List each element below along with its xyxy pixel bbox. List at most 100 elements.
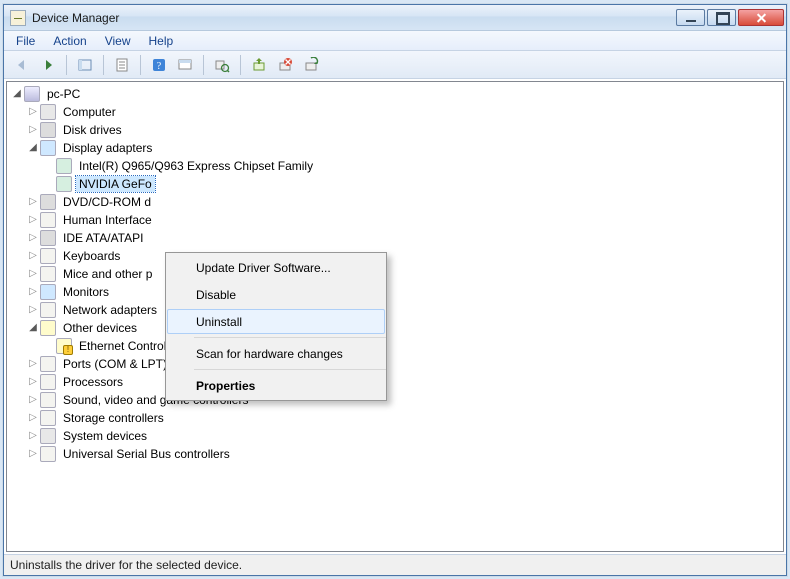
tree-node-label: Disk drives (60, 122, 125, 138)
expand-icon[interactable] (27, 251, 39, 261)
context-uninstall[interactable]: Uninstall (167, 309, 385, 334)
tree-node-label: System devices (60, 428, 150, 444)
device-manager-window: Device Manager File Action View Help ? (3, 4, 787, 576)
tree-root[interactable]: pc-PC (11, 85, 783, 103)
window-title: Device Manager (32, 11, 670, 25)
context-label: Uninstall (196, 315, 242, 329)
expand-icon[interactable] (27, 377, 39, 387)
toolbar-console-button[interactable] (173, 54, 197, 76)
tree-node-keyboards[interactable]: Keyboards (11, 247, 783, 265)
context-label: Properties (196, 379, 255, 393)
menu-view[interactable]: View (97, 32, 139, 50)
expand-icon[interactable] (11, 89, 23, 99)
titlebar[interactable]: Device Manager (4, 5, 786, 31)
network-icon (40, 302, 56, 318)
toolbar-uninstall-button[interactable] (273, 54, 297, 76)
context-label: Disable (196, 288, 236, 302)
unknown-device-icon (56, 338, 72, 354)
other-devices-icon (40, 320, 56, 336)
tree-node-label: Other devices (60, 320, 140, 336)
monitor-icon (40, 284, 56, 300)
tree-node-label: Network adapters (60, 302, 160, 318)
tree-node-label: Ports (COM & LPT) (60, 356, 170, 372)
expand-icon[interactable] (27, 305, 39, 315)
toolbar-help-button[interactable]: ? (147, 54, 171, 76)
tree-node-intel-adapter[interactable]: Intel(R) Q965/Q963 Express Chipset Famil… (11, 157, 783, 175)
tree-node-ethernet-controller[interactable]: Ethernet Controller (11, 337, 783, 355)
tree-node-label: Display adapters (60, 140, 155, 156)
tree-node-label: Intel(R) Q965/Q963 Express Chipset Famil… (76, 158, 316, 174)
expand-icon[interactable] (27, 287, 39, 297)
menu-help[interactable]: Help (141, 32, 182, 50)
toolbar-separator (203, 55, 204, 75)
toolbar-update-driver-button[interactable] (247, 54, 271, 76)
device-tree[interactable]: pc-PC Computer Disk drives Display adapt… (6, 81, 784, 552)
expand-icon[interactable] (27, 449, 39, 459)
svg-text:?: ? (157, 61, 162, 72)
expand-icon[interactable] (27, 413, 39, 423)
tree-node-hid[interactable]: Human Interface (11, 211, 783, 229)
tree-node-sound[interactable]: Sound, video and game controllers (11, 391, 783, 409)
expand-icon[interactable] (27, 197, 39, 207)
expand-icon[interactable] (27, 215, 39, 225)
context-separator (194, 369, 386, 370)
close-button[interactable] (738, 9, 784, 26)
tree-node-usb[interactable]: Universal Serial Bus controllers (11, 445, 783, 463)
tree-node-monitors[interactable]: Monitors (11, 283, 783, 301)
toolbar-properties-button[interactable] (110, 54, 134, 76)
toolbar-scan-button[interactable] (210, 54, 234, 76)
tree-node-nvidia-adapter[interactable]: NVIDIA GeFo (11, 175, 783, 193)
toolbar-back-button[interactable] (10, 54, 34, 76)
expand-icon[interactable] (27, 233, 39, 243)
tree-node-label: IDE ATA/ATAPI (60, 230, 146, 246)
expand-icon[interactable] (27, 395, 39, 405)
context-scan[interactable]: Scan for hardware changes (168, 341, 384, 366)
context-disable[interactable]: Disable (168, 282, 384, 307)
tree-node-label: Storage controllers (60, 410, 167, 426)
context-properties[interactable]: Properties (168, 373, 384, 398)
menu-action[interactable]: Action (45, 32, 94, 50)
toolbar-separator (66, 55, 67, 75)
tree-node-other-devices[interactable]: Other devices (11, 319, 783, 337)
menubar: File Action View Help (4, 31, 786, 51)
tree-node-storage[interactable]: Storage controllers (11, 409, 783, 427)
expand-icon[interactable] (27, 359, 39, 369)
ide-icon (40, 230, 56, 246)
system-icon (40, 428, 56, 444)
storage-icon (40, 410, 56, 426)
expand-icon[interactable] (27, 431, 39, 441)
tree-node-display-adapters[interactable]: Display adapters (11, 139, 783, 157)
keyboard-icon (40, 248, 56, 264)
dvd-icon (40, 194, 56, 210)
context-label: Scan for hardware changes (196, 347, 343, 361)
tree-node-ide[interactable]: IDE ATA/ATAPI (11, 229, 783, 247)
display-adapter-icon (56, 158, 72, 174)
toolbar-forward-button[interactable] (36, 54, 60, 76)
toolbar-show-hide-button[interactable] (73, 54, 97, 76)
tree-node-label: Monitors (60, 284, 112, 300)
tree-node-processors[interactable]: Processors (11, 373, 783, 391)
menu-file[interactable]: File (8, 32, 43, 50)
tree-node-network[interactable]: Network adapters (11, 301, 783, 319)
expand-icon[interactable] (27, 107, 39, 117)
tree-node-label: DVD/CD-ROM d (60, 194, 154, 210)
expand-icon[interactable] (27, 269, 39, 279)
disk-icon (40, 122, 56, 138)
toolbar-disable-button[interactable] (299, 54, 323, 76)
tree-node-dvd[interactable]: DVD/CD-ROM d (11, 193, 783, 211)
maximize-button[interactable] (707, 9, 736, 26)
toolbar: ? (4, 51, 786, 79)
tree-node-disk-drives[interactable]: Disk drives (11, 121, 783, 139)
tree-node-label: Processors (60, 374, 126, 390)
tree-node-ports[interactable]: Ports (COM & LPT) (11, 355, 783, 373)
computer-icon (40, 104, 56, 120)
tree-node-computer[interactable]: Computer (11, 103, 783, 121)
expand-icon[interactable] (27, 323, 39, 333)
expand-icon[interactable] (27, 125, 39, 135)
tree-node-system-devices[interactable]: System devices (11, 427, 783, 445)
tree-node-mice[interactable]: Mice and other p (11, 265, 783, 283)
minimize-button[interactable] (676, 9, 705, 26)
context-update-driver[interactable]: Update Driver Software... (168, 255, 384, 280)
expand-icon[interactable] (27, 143, 39, 153)
window-controls (676, 9, 784, 26)
